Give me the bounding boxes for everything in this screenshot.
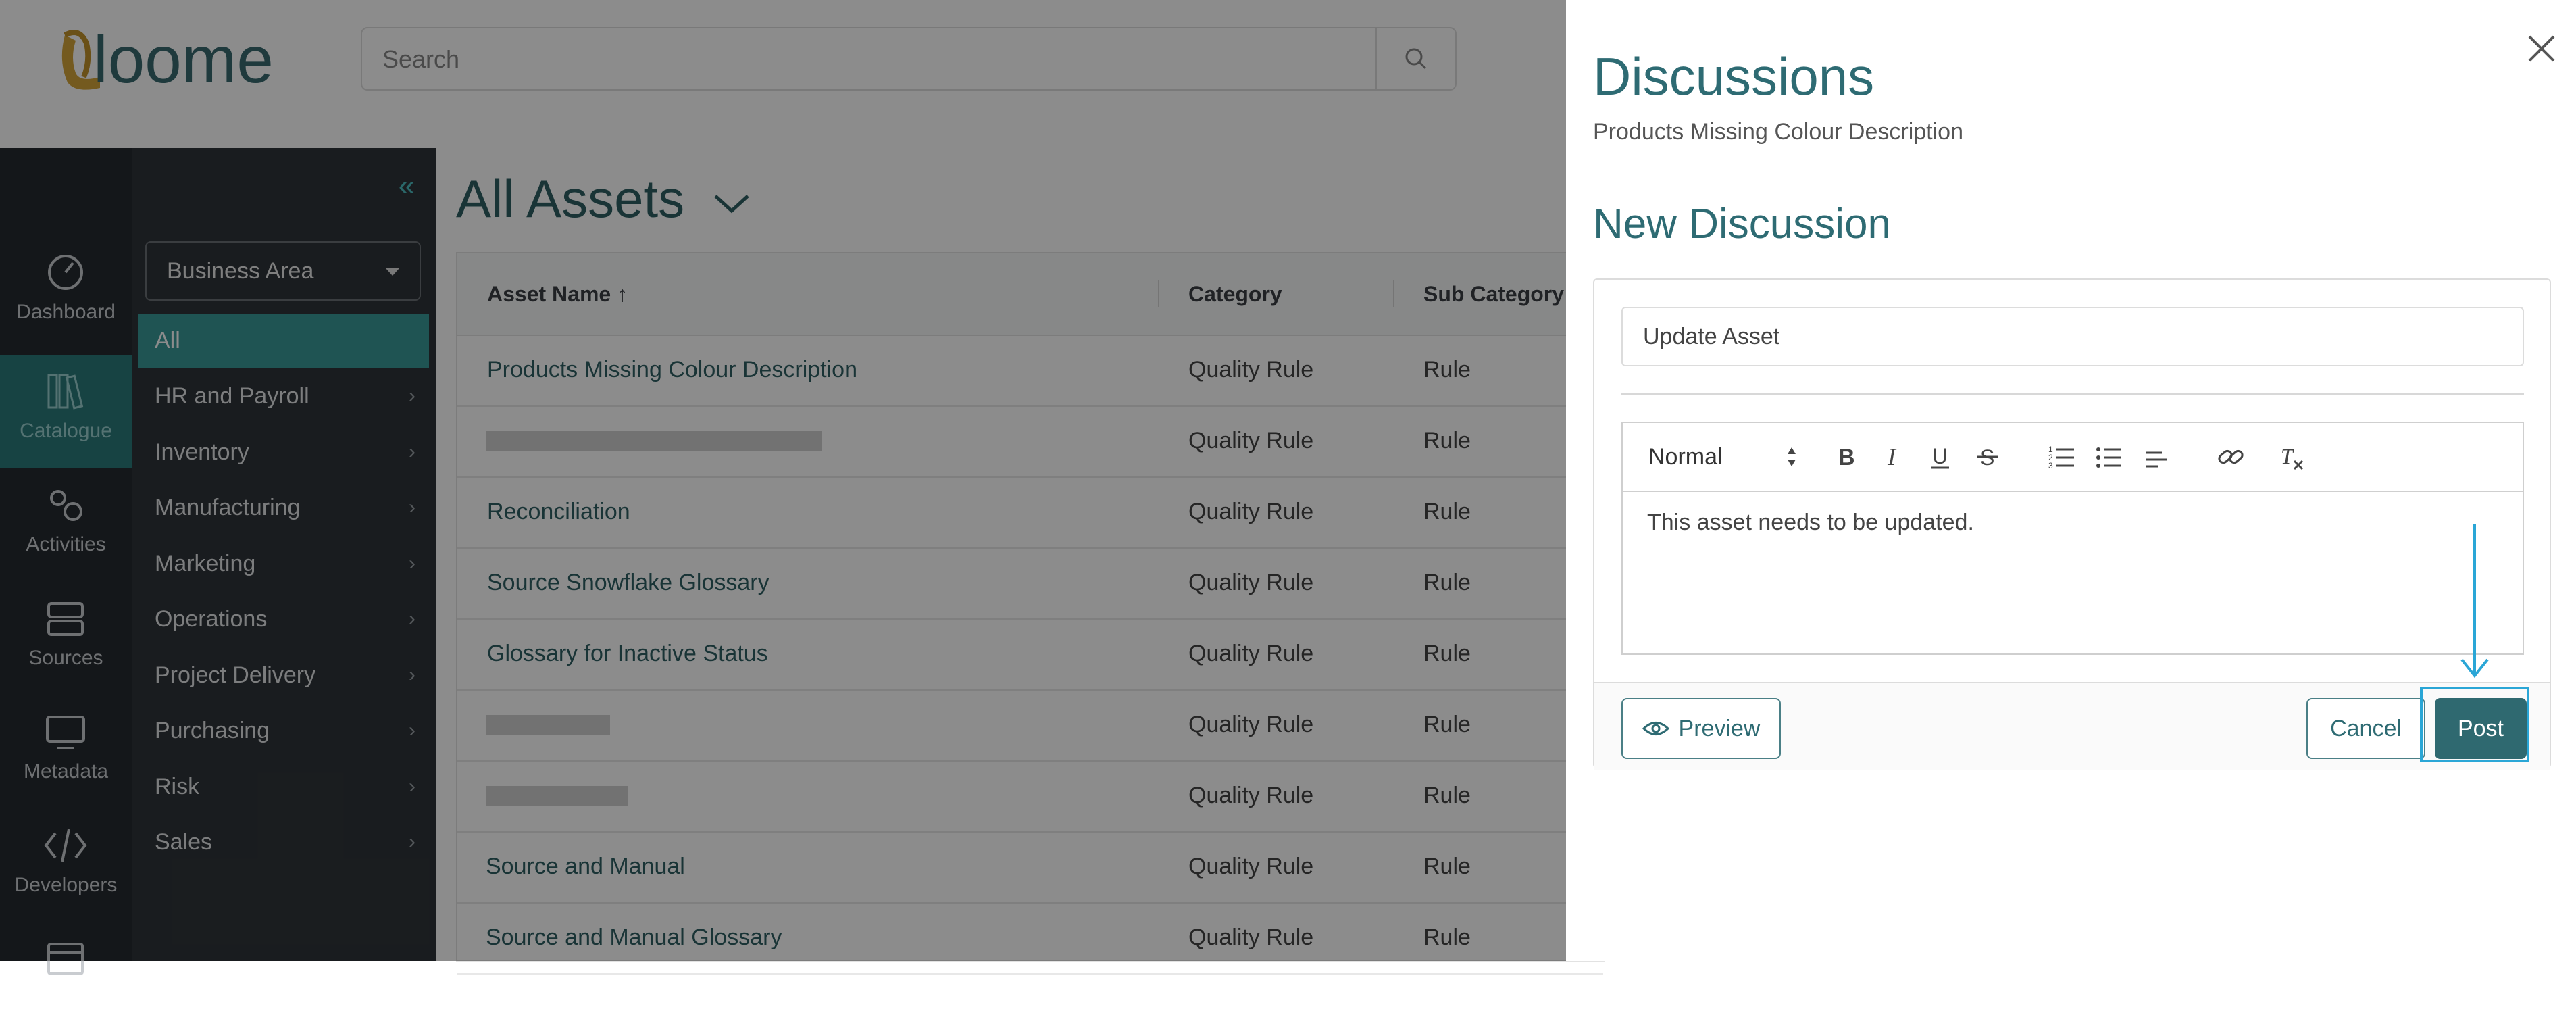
editor-body-text[interactable]: This asset needs to be updated.: [1647, 510, 1974, 536]
cancel-button[interactable]: Cancel: [2306, 698, 2425, 759]
align-button[interactable]: [2140, 441, 2173, 473]
ordered-list-icon: 123: [2048, 445, 2074, 470]
discussion-title-input[interactable]: [1621, 307, 2524, 366]
link-icon: [2218, 449, 2244, 464]
rich-text-editor: Normal B I U S 123 T This asset needs to…: [1621, 422, 2524, 655]
preview-button-label: Preview: [1678, 715, 1761, 741]
strike-button[interactable]: S: [1971, 441, 2004, 473]
new-discussion-card: Normal B I U S 123 T This asset needs to…: [1593, 278, 2551, 770]
clear-format-button[interactable]: T: [2275, 441, 2308, 473]
post-button-highlight: [2420, 687, 2529, 762]
align-left-icon: [2146, 451, 2167, 468]
italic-icon: I: [1887, 443, 1897, 470]
cancel-button-label: Cancel: [2330, 716, 2402, 741]
card-footer: Preview Cancel Post: [1594, 682, 2550, 770]
drawer-title: Discussions: [1593, 47, 1875, 106]
ordered-list-button[interactable]: 123: [2046, 441, 2078, 473]
editor-toolbar: Normal B I U S 123 T: [1623, 423, 2523, 492]
divider: [1621, 393, 2524, 395]
close-icon: [2528, 35, 2555, 62]
bullet-list-icon: [2096, 447, 2121, 468]
svg-text:T: T: [2281, 444, 2294, 468]
discussions-drawer: Discussions Products Missing Colour Desc…: [1566, 0, 2576, 961]
italic-button[interactable]: I: [1877, 441, 1909, 473]
underline-icon: U: [1931, 444, 1949, 469]
preview-button[interactable]: Preview: [1621, 698, 1781, 759]
svg-text:I: I: [1887, 443, 1897, 470]
annotation-arrow-icon: [2460, 524, 2489, 679]
link-button[interactable]: [2215, 441, 2247, 473]
close-button[interactable]: [2523, 30, 2560, 68]
strikethrough-icon: S: [1977, 445, 1998, 470]
svg-text:3: 3: [2048, 461, 2053, 470]
format-select[interactable]: Normal: [1648, 439, 1797, 474]
select-updown-icon: [1788, 447, 1796, 466]
svg-text:U: U: [1932, 444, 1948, 468]
svg-text:B: B: [1838, 445, 1855, 470]
eye-icon: [1642, 722, 1669, 735]
bold-icon: B: [1838, 445, 1855, 470]
clear-format-icon: T: [2281, 444, 2304, 470]
bullet-list-button[interactable]: [2093, 441, 2125, 473]
modal-overlay[interactable]: [0, 0, 1566, 961]
format-select-value: Normal: [1648, 444, 1723, 470]
underline-button[interactable]: U: [1924, 441, 1956, 473]
drawer-subtitle: Products Missing Colour Description: [1593, 119, 1963, 145]
bold-button[interactable]: B: [1829, 441, 1862, 473]
new-discussion-heading: New Discussion: [1593, 201, 1892, 247]
